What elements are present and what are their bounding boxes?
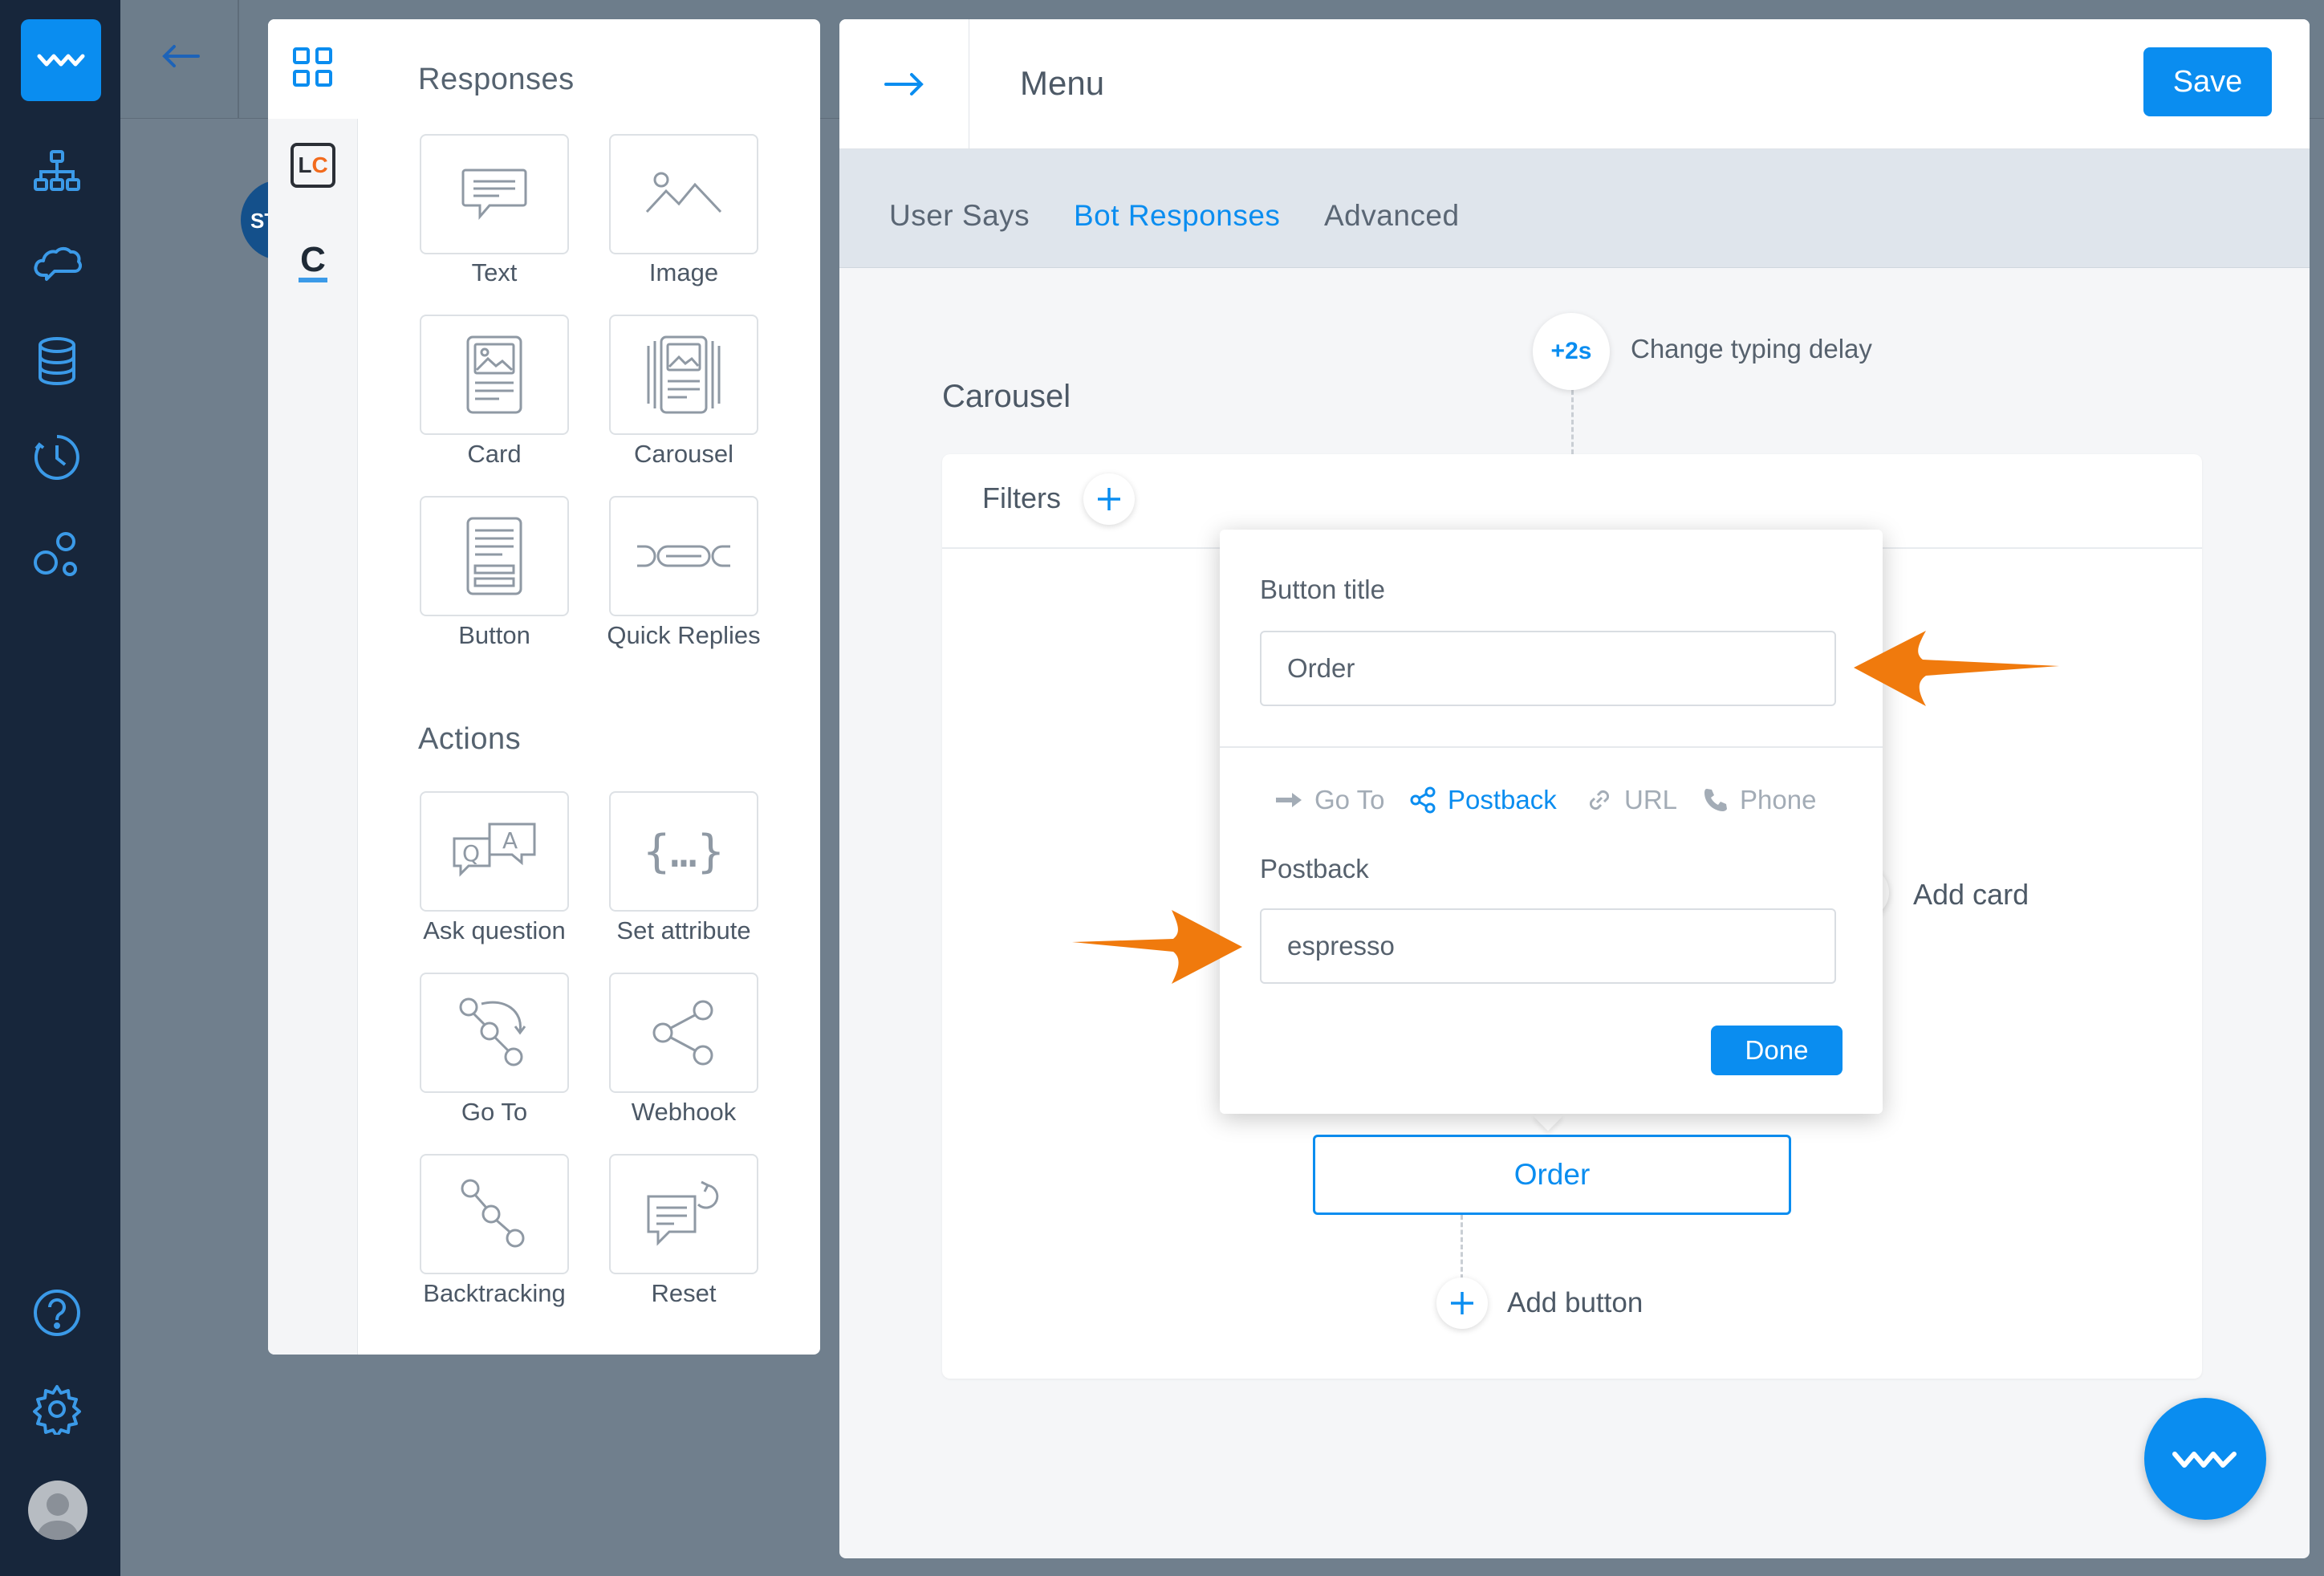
action-tile-reset[interactable] bbox=[609, 1154, 758, 1274]
wave-icon bbox=[2172, 1452, 2237, 1468]
typing-delay-connector bbox=[1571, 390, 1574, 454]
action-tile-backtracking[interactable] bbox=[420, 1154, 569, 1274]
actions-section-title: Actions bbox=[418, 722, 522, 756]
typing-delay-label[interactable]: Change typing delay bbox=[1631, 334, 1872, 364]
option-tab-phone-label: Phone bbox=[1740, 785, 1817, 814]
structure-icon[interactable] bbox=[28, 143, 86, 201]
add-filter-button[interactable] bbox=[1083, 473, 1135, 525]
back-arrow-icon[interactable] bbox=[152, 32, 209, 80]
response-tile-card[interactable] bbox=[420, 315, 569, 435]
phone-icon bbox=[1704, 789, 1727, 811]
history-clock-icon[interactable] bbox=[28, 429, 86, 486]
plus-icon bbox=[1098, 488, 1120, 510]
tab-advanced[interactable]: Advanced bbox=[1324, 199, 1460, 233]
response-label-card: Card bbox=[467, 440, 522, 468]
arrow-right-icon bbox=[884, 73, 924, 95]
chat-widget-button[interactable] bbox=[2144, 1398, 2266, 1520]
save-button[interactable]: Save bbox=[2143, 47, 2272, 116]
action-label-go-to: Go To bbox=[461, 1098, 528, 1126]
livechat-plugin-icon[interactable]: LC bbox=[289, 141, 337, 189]
option-tab-url[interactable]: URL bbox=[1586, 785, 1677, 815]
share-nodes-icon bbox=[1410, 786, 1436, 814]
option-tab-phone[interactable]: Phone bbox=[1701, 785, 1816, 815]
tab-user-says[interactable]: User Says bbox=[889, 199, 1030, 233]
response-label-button: Button bbox=[458, 621, 530, 649]
response-tile-image[interactable] bbox=[609, 134, 758, 254]
response-tile-button[interactable] bbox=[420, 496, 569, 616]
response-label-text: Text bbox=[471, 258, 518, 286]
response-tile-quick-replies[interactable] bbox=[609, 496, 758, 616]
user-avatar[interactable] bbox=[28, 1481, 87, 1540]
option-tab-url-label: URL bbox=[1624, 785, 1678, 814]
option-tab-go-to-label: Go To bbox=[1314, 785, 1385, 814]
add-button-label[interactable]: Add button bbox=[1507, 1287, 1643, 1319]
svg-text:A: A bbox=[502, 827, 518, 854]
background-divider bbox=[238, 0, 239, 119]
action-tile-ask-question[interactable]: QA bbox=[420, 791, 569, 912]
plus-icon bbox=[1451, 1292, 1473, 1314]
integrations-bubbles-icon[interactable] bbox=[28, 526, 86, 584]
collapse-panel-button[interactable] bbox=[839, 19, 969, 149]
popup-divider bbox=[1220, 746, 1883, 748]
option-tab-postback-label: Postback bbox=[1448, 785, 1557, 814]
response-tile-text[interactable] bbox=[420, 134, 569, 254]
done-button[interactable]: Done bbox=[1711, 1026, 1843, 1075]
response-label-image: Image bbox=[648, 258, 719, 286]
typing-delay-badge[interactable]: +2s bbox=[1533, 313, 1610, 390]
responses-panel-rail bbox=[268, 19, 358, 1355]
block-title[interactable]: Menu bbox=[1020, 64, 1104, 103]
response-label-carousel: Carousel bbox=[633, 440, 734, 468]
annotation-arrow-right-icon bbox=[1072, 910, 1242, 984]
responses-section-title: Responses bbox=[418, 63, 575, 96]
c-plugin-letter: C bbox=[300, 240, 326, 279]
action-label-webhook: Webhook bbox=[631, 1098, 737, 1126]
logo-wave-icon[interactable] bbox=[21, 19, 101, 101]
option-tab-postback[interactable]: Postback bbox=[1409, 785, 1557, 815]
carousel-block-title: Carousel bbox=[942, 379, 1071, 414]
order-button[interactable]: Order bbox=[1313, 1135, 1791, 1215]
c-plugin-icon[interactable]: C bbox=[289, 239, 337, 287]
option-tab-go-to[interactable]: Go To bbox=[1274, 785, 1384, 815]
postback-label: Postback bbox=[1260, 854, 1369, 883]
postback-input[interactable] bbox=[1260, 908, 1836, 984]
responses-panel: LC C Responses Text Image Card Carousel … bbox=[268, 19, 820, 1355]
lc-letter-c: C bbox=[311, 152, 328, 177]
add-button-plus[interactable] bbox=[1436, 1277, 1488, 1329]
button-title-input[interactable] bbox=[1260, 631, 1836, 706]
tab-bot-responses[interactable]: Bot Responses bbox=[1074, 199, 1280, 233]
training-cloud-icon[interactable] bbox=[28, 238, 86, 295]
help-icon[interactable] bbox=[28, 1284, 86, 1342]
button-title-label: Button title bbox=[1260, 575, 1385, 604]
link-icon bbox=[1589, 790, 1610, 810]
arrow-right-icon bbox=[1276, 793, 1302, 807]
settings-gear-icon[interactable] bbox=[28, 1380, 86, 1438]
set-attribute-icon: {…} bbox=[643, 825, 725, 878]
grid-icon[interactable] bbox=[289, 43, 337, 91]
database-icon[interactable] bbox=[28, 332, 86, 390]
add-button-connector bbox=[1461, 1215, 1463, 1279]
response-label-quick-replies: Quick Replies bbox=[607, 621, 761, 649]
lc-letter-l: L bbox=[298, 152, 312, 177]
action-label-backtracking: Backtracking bbox=[423, 1279, 566, 1307]
action-tile-webhook[interactable] bbox=[609, 973, 758, 1093]
svg-text:Q: Q bbox=[462, 840, 480, 867]
filters-label: Filters bbox=[982, 481, 1061, 514]
add-card-label[interactable]: Add card bbox=[1913, 878, 2029, 912]
editor-tabs: User Says Bot Responses Advanced bbox=[839, 149, 2310, 268]
action-label-ask-question: Ask question bbox=[423, 916, 566, 944]
annotation-arrow-left-icon bbox=[1854, 631, 2059, 706]
action-label-reset: Reset bbox=[651, 1279, 717, 1307]
action-tile-go-to[interactable] bbox=[420, 973, 569, 1093]
main-sidebar bbox=[0, 0, 120, 1576]
action-tile-set-attribute[interactable]: {…} bbox=[609, 791, 758, 912]
response-tile-carousel[interactable] bbox=[609, 315, 758, 435]
action-label-set-attribute: Set attribute bbox=[616, 916, 751, 944]
